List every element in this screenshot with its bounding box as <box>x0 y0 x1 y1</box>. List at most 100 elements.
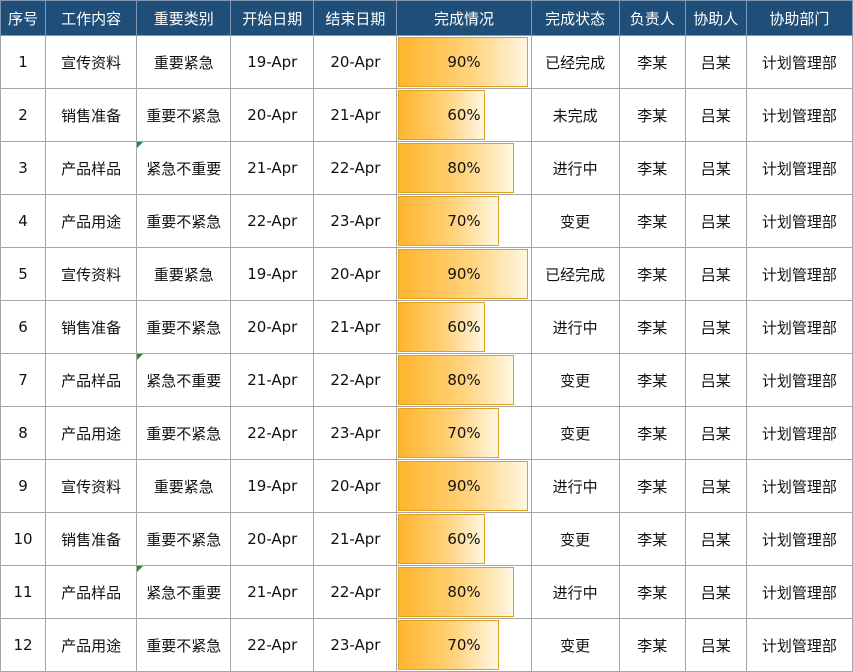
cell-progress[interactable]: 60% <box>396 300 532 354</box>
cell-start-date[interactable]: 22-Apr <box>230 406 315 460</box>
cell-end-date[interactable]: 20-Apr <box>313 459 398 513</box>
cell-owner[interactable]: 李某 <box>618 618 686 672</box>
cell-status[interactable]: 进行中 <box>530 141 620 195</box>
cell-start-date[interactable]: 21-Apr <box>230 565 315 619</box>
cell-work[interactable]: 销售准备 <box>45 300 138 354</box>
cell-category[interactable]: 重要不紧急 <box>136 300 232 354</box>
cell-seq[interactable]: 5 <box>0 247 47 301</box>
cell-owner[interactable]: 李某 <box>618 353 686 407</box>
cell-assistant[interactable]: 吕某 <box>684 618 747 672</box>
cell-end-date[interactable]: 23-Apr <box>313 194 398 248</box>
cell-start-date[interactable]: 19-Apr <box>230 35 315 89</box>
header-start-date[interactable]: 开始日期 <box>230 0 315 36</box>
header-work[interactable]: 工作内容 <box>45 0 138 36</box>
cell-work[interactable]: 销售准备 <box>45 88 138 142</box>
cell-status[interactable]: 变更 <box>530 512 620 566</box>
cell-status[interactable]: 变更 <box>530 406 620 460</box>
cell-end-date[interactable]: 20-Apr <box>313 247 398 301</box>
cell-progress[interactable]: 70% <box>396 194 532 248</box>
cell-category[interactable]: 重要紧急 <box>136 459 232 513</box>
cell-status[interactable]: 已经完成 <box>530 247 620 301</box>
cell-category[interactable]: 紧急不重要 <box>136 353 232 407</box>
cell-seq[interactable]: 6 <box>0 300 47 354</box>
cell-progress[interactable]: 80% <box>396 565 532 619</box>
header-owner[interactable]: 负责人 <box>618 0 686 36</box>
cell-assistant[interactable]: 吕某 <box>684 300 747 354</box>
cell-start-date[interactable]: 19-Apr <box>230 247 315 301</box>
cell-category[interactable]: 紧急不重要 <box>136 565 232 619</box>
cell-end-date[interactable]: 22-Apr <box>313 565 398 619</box>
cell-start-date[interactable]: 20-Apr <box>230 88 315 142</box>
cell-seq[interactable]: 8 <box>0 406 47 460</box>
cell-dept[interactable]: 计划管理部 <box>745 35 853 89</box>
cell-owner[interactable]: 李某 <box>618 247 686 301</box>
cell-dept[interactable]: 计划管理部 <box>745 618 853 672</box>
cell-dept[interactable]: 计划管理部 <box>745 194 853 248</box>
cell-assistant[interactable]: 吕某 <box>684 194 747 248</box>
cell-assistant[interactable]: 吕某 <box>684 247 747 301</box>
cell-status[interactable]: 变更 <box>530 194 620 248</box>
cell-seq[interactable]: 9 <box>0 459 47 513</box>
cell-progress[interactable]: 60% <box>396 512 532 566</box>
cell-status[interactable]: 已经完成 <box>530 35 620 89</box>
cell-progress[interactable]: 70% <box>396 618 532 672</box>
cell-assistant[interactable]: 吕某 <box>684 512 747 566</box>
header-dept[interactable]: 协助部门 <box>745 0 853 36</box>
cell-start-date[interactable]: 21-Apr <box>230 353 315 407</box>
cell-owner[interactable]: 李某 <box>618 141 686 195</box>
cell-seq[interactable]: 3 <box>0 141 47 195</box>
cell-assistant[interactable]: 吕某 <box>684 141 747 195</box>
header-category[interactable]: 重要类别 <box>136 0 232 36</box>
cell-end-date[interactable]: 21-Apr <box>313 88 398 142</box>
cell-start-date[interactable]: 20-Apr <box>230 300 315 354</box>
cell-owner[interactable]: 李某 <box>618 300 686 354</box>
cell-status[interactable]: 未完成 <box>530 88 620 142</box>
cell-progress[interactable]: 90% <box>396 247 532 301</box>
cell-end-date[interactable]: 22-Apr <box>313 141 398 195</box>
cell-category[interactable]: 紧急不重要 <box>136 141 232 195</box>
cell-progress[interactable]: 90% <box>396 459 532 513</box>
cell-progress[interactable]: 60% <box>396 88 532 142</box>
cell-owner[interactable]: 李某 <box>618 565 686 619</box>
cell-category[interactable]: 重要不紧急 <box>136 618 232 672</box>
header-progress[interactable]: 完成情况 <box>396 0 532 36</box>
cell-end-date[interactable]: 23-Apr <box>313 406 398 460</box>
header-end-date[interactable]: 结束日期 <box>313 0 398 36</box>
cell-seq[interactable]: 4 <box>0 194 47 248</box>
cell-assistant[interactable]: 吕某 <box>684 406 747 460</box>
cell-assistant[interactable]: 吕某 <box>684 35 747 89</box>
cell-seq[interactable]: 7 <box>0 353 47 407</box>
cell-progress[interactable]: 80% <box>396 353 532 407</box>
cell-seq[interactable]: 11 <box>0 565 47 619</box>
cell-work[interactable]: 产品样品 <box>45 141 138 195</box>
cell-owner[interactable]: 李某 <box>618 459 686 513</box>
cell-work[interactable]: 产品样品 <box>45 565 138 619</box>
cell-category[interactable]: 重要紧急 <box>136 247 232 301</box>
cell-start-date[interactable]: 19-Apr <box>230 459 315 513</box>
cell-dept[interactable]: 计划管理部 <box>745 141 853 195</box>
cell-dept[interactable]: 计划管理部 <box>745 353 853 407</box>
cell-work[interactable]: 产品用途 <box>45 618 138 672</box>
cell-dept[interactable]: 计划管理部 <box>745 512 853 566</box>
cell-start-date[interactable]: 22-Apr <box>230 618 315 672</box>
header-seq[interactable]: 序号 <box>0 0 47 36</box>
cell-end-date[interactable]: 20-Apr <box>313 35 398 89</box>
cell-work[interactable]: 宣传资料 <box>45 459 138 513</box>
cell-start-date[interactable]: 21-Apr <box>230 141 315 195</box>
header-assistant[interactable]: 协助人 <box>684 0 747 36</box>
cell-progress[interactable]: 90% <box>396 35 532 89</box>
cell-dept[interactable]: 计划管理部 <box>745 565 853 619</box>
cell-end-date[interactable]: 22-Apr <box>313 353 398 407</box>
cell-owner[interactable]: 李某 <box>618 88 686 142</box>
cell-seq[interactable]: 10 <box>0 512 47 566</box>
cell-dept[interactable]: 计划管理部 <box>745 88 853 142</box>
cell-seq[interactable]: 1 <box>0 35 47 89</box>
cell-status[interactable]: 进行中 <box>530 459 620 513</box>
cell-category[interactable]: 重要不紧急 <box>136 194 232 248</box>
cell-assistant[interactable]: 吕某 <box>684 353 747 407</box>
cell-work[interactable]: 宣传资料 <box>45 35 138 89</box>
header-status[interactable]: 完成状态 <box>530 0 620 36</box>
cell-category[interactable]: 重要不紧急 <box>136 512 232 566</box>
cell-progress[interactable]: 80% <box>396 141 532 195</box>
cell-dept[interactable]: 计划管理部 <box>745 247 853 301</box>
